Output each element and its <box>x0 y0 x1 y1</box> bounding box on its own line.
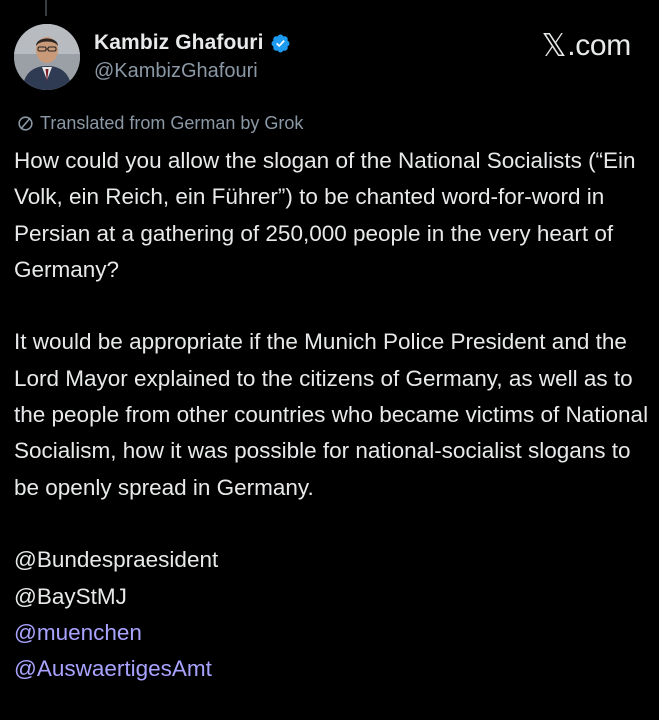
brand-domain: .com <box>567 29 631 62</box>
brand-watermark: 𝕏 .com <box>542 28 632 64</box>
avatar-photo <box>14 24 80 90</box>
mention-muenchen-link[interactable]: @muenchen <box>14 615 650 651</box>
post-paragraph-2: It would be appropriate if the Munich Po… <box>14 329 649 500</box>
mention-baystmj[interactable]: @BayStMJ <box>14 579 650 615</box>
translation-note[interactable]: Translated from German by Grok <box>16 113 303 134</box>
x-logo-icon: 𝕏 <box>541 28 567 63</box>
mention-bundespraesident[interactable]: @Bundespraesident <box>14 542 650 578</box>
author-display-name[interactable]: Kambiz Ghafouri <box>94 31 264 55</box>
post-body: How could you allow the slogan of the Na… <box>14 143 650 687</box>
mention-auswaertigesamt-link[interactable]: @AuswaertigesAmt <box>14 651 650 687</box>
translation-note-text: Translated from German by Grok <box>40 113 304 133</box>
verified-badge-icon[interactable] <box>270 33 291 54</box>
author-handle[interactable]: @KambizGhafouri <box>94 60 291 83</box>
thread-connector-line <box>45 0 47 16</box>
translate-slash-icon <box>18 116 33 131</box>
avatar[interactable] <box>14 24 80 90</box>
post-paragraph-1: How could you allow the slogan of the Na… <box>14 148 636 282</box>
author-name-row: Kambiz Ghafouri <box>94 31 291 55</box>
author-info[interactable]: Kambiz Ghafouri @KambizGhafouri <box>94 31 291 83</box>
